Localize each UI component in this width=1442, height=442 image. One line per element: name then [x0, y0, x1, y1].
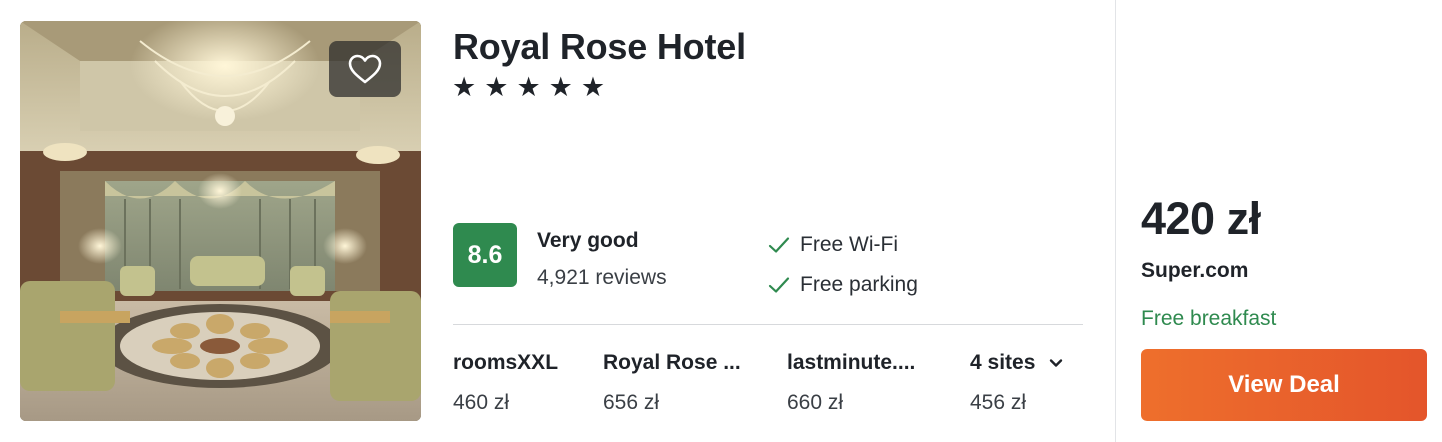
check-icon	[768, 277, 790, 293]
rating-label: Very good	[537, 229, 639, 252]
star-icon: ★	[484, 72, 509, 102]
star-icon: ★	[580, 72, 606, 102]
view-deal-button[interactable]: View Deal	[1141, 349, 1427, 421]
site-offer[interactable]: roomsXXL 460 zł	[453, 351, 558, 415]
hotel-result-card[interactable]: Royal Rose Hotel ★ ★ ★ ★ ★ 8.6 Very good…	[0, 0, 1442, 442]
deal-provider: Super.com	[1141, 259, 1249, 282]
favorite-button[interactable]	[329, 41, 401, 97]
amenity-parking: Free parking	[768, 273, 918, 297]
site-offer[interactable]: Royal Rose ... 656 zł	[603, 351, 741, 415]
site-name[interactable]: Royal Rose ...	[603, 351, 741, 375]
amenity-label: Free parking	[800, 273, 918, 296]
star-icon: ★	[452, 72, 477, 102]
more-sites-label: 4 sites	[970, 351, 1036, 374]
review-count[interactable]: 4,921 reviews	[537, 266, 667, 290]
best-price[interactable]: 420 zł	[1141, 193, 1261, 245]
check-icon	[768, 237, 790, 253]
site-price: 456 zł	[970, 391, 1027, 414]
more-sites-toggle[interactable]: 4 sites	[970, 351, 1063, 375]
star-rating: ★ ★ ★ ★ ★	[452, 72, 605, 102]
star-icon: ★	[516, 72, 541, 102]
site-price: 460 zł	[453, 391, 510, 414]
more-sites-dropdown[interactable]: 4 sites 456 zł	[970, 351, 1063, 415]
site-price: 656 zł	[603, 391, 660, 414]
amenity-label: Free Wi-Fi	[800, 233, 898, 256]
star-icon: ★	[548, 72, 573, 102]
review-score-badge[interactable]: 8.6	[453, 223, 517, 287]
site-price: 660 zł	[787, 391, 844, 414]
site-offer[interactable]: lastminute.... 660 zł	[787, 351, 915, 415]
divider	[453, 324, 1083, 325]
deal-perk: Free breakfast	[1141, 307, 1277, 330]
hotel-name[interactable]: Royal Rose Hotel	[453, 26, 746, 68]
column-separator	[1115, 0, 1116, 442]
site-name[interactable]: roomsXXL	[453, 351, 558, 375]
chevron-down-icon	[1050, 359, 1063, 367]
heart-icon	[348, 54, 382, 84]
amenity-wifi: Free Wi-Fi	[768, 233, 898, 257]
site-name[interactable]: lastminute....	[787, 351, 915, 375]
